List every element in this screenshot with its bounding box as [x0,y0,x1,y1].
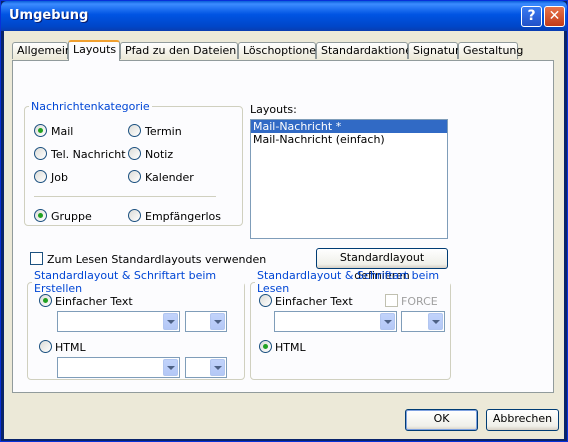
chevron-down-icon[interactable] [163,313,178,330]
tab-allgemein[interactable]: Allgemein [12,42,72,59]
label-create-plain: Einfacher Text [55,295,133,308]
read-plain-size-select[interactable] [401,311,445,332]
radio-create-plain[interactable] [39,294,52,307]
create-legend: Standardlayout & Schriftart beim Erstell… [34,269,217,295]
label-termin: Termin [145,125,182,138]
chevron-down-icon[interactable] [163,359,178,376]
list-item[interactable]: Mail-Nachricht (einfach) [251,133,447,146]
radio-gruppe[interactable] [34,209,47,222]
radio-notiz[interactable] [128,147,141,160]
tab-signatur[interactable]: Signatur [408,42,460,59]
radio-tel-nachricht[interactable] [34,147,47,160]
read-plain-font-select[interactable] [274,311,397,332]
tab-pfad[interactable]: Pfad zu den Dateien [120,42,238,59]
layouts-label: Layouts: [250,103,297,116]
chevron-down-icon[interactable] [210,313,225,330]
category-group: Nachrichtenkategorie [24,100,243,226]
read-legend: Standardlayout & Schriftart beim Lesen [257,269,440,295]
label-tel-nachricht: Tel. Nachricht [51,148,126,161]
window-title: Umgebung [9,8,89,23]
tab-layouts[interactable]: Layouts [68,40,120,61]
define-layout-button[interactable]: Standardlayout definieren [316,248,448,282]
label-job: Job [51,171,68,184]
chevron-down-icon[interactable] [210,359,225,376]
label-create-html: HTML [55,341,86,354]
create-html-size-select[interactable] [185,357,227,378]
radio-job[interactable] [34,170,47,183]
help-button[interactable]: ? [521,6,542,27]
radio-termin[interactable] [128,124,141,137]
close-button[interactable]: ✕ [544,6,565,27]
category-separator [34,196,216,197]
label-force: FORCE [401,295,438,308]
dialog-client: Allgemein Layouts Pfad zu den Dateien Lö… [4,31,564,439]
label-notiz: Notiz [145,148,174,161]
label-gruppe: Gruppe [51,210,92,223]
radio-kalender[interactable] [128,170,141,183]
label-empfaengerlos: Empfängerlos [145,210,222,223]
dialog-window: Umgebung ? ✕ Allgemein Layouts Pfad zu d… [0,0,568,442]
title-bar[interactable]: Umgebung ? ✕ [1,1,567,31]
radio-empfaengerlos[interactable] [128,209,141,222]
use-default-label: Zum Lesen Standardlayouts verwenden [47,253,267,266]
layouts-page: Nachrichtenkategorie Mail Termin Tel. Na… [12,60,554,393]
label-read-html: HTML [275,341,306,354]
cancel-button[interactable]: Abbrechen [486,409,559,431]
label-read-plain: Einfacher Text [275,295,353,308]
radio-mail[interactable] [34,124,47,137]
radio-read-html[interactable] [259,340,272,353]
chevron-down-icon[interactable] [380,313,395,330]
category-legend: Nachrichtenkategorie [31,100,150,113]
force-checkbox[interactable] [385,294,398,307]
tab-standardaktionen[interactable]: Standardaktionen [316,42,419,59]
radio-read-plain[interactable] [259,294,272,307]
create-html-font-select[interactable] [57,357,180,378]
layouts-listbox[interactable]: Mail-Nachricht * Mail-Nachricht (einfach… [250,119,448,239]
ok-button[interactable]: OK [405,409,478,431]
create-plain-font-select[interactable] [57,311,180,332]
label-kalender: Kalender [145,171,194,184]
tab-gestaltung[interactable]: Gestaltung [458,42,523,59]
use-default-checkbox[interactable] [30,252,43,265]
list-item[interactable]: Mail-Nachricht * [251,120,447,133]
create-plain-size-select[interactable] [185,311,227,332]
radio-create-html[interactable] [39,340,52,353]
tab-loeschoptionen[interactable]: Löschoptionen [238,42,323,59]
chevron-down-icon[interactable] [428,313,443,330]
label-mail: Mail [51,125,74,138]
